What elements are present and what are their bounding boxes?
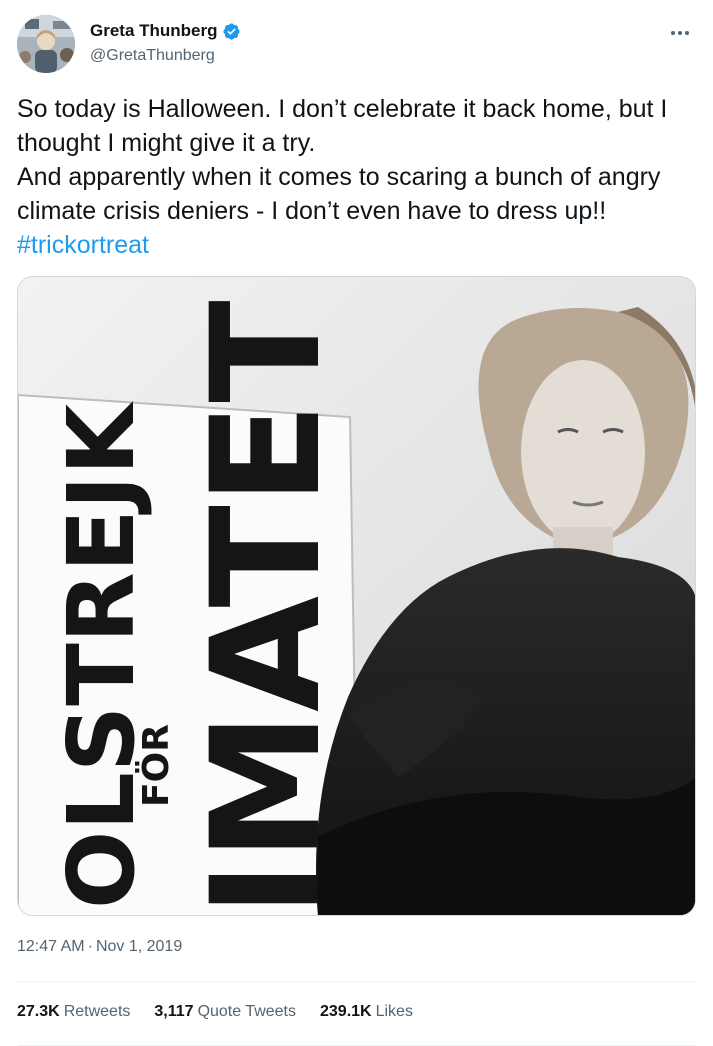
tweet-timestamp[interactable]: 12:47 AM · Nov 1, 2019 bbox=[17, 936, 182, 958]
timestamp-separator: · bbox=[87, 938, 93, 955]
tweet-header: Greta Thunberg @GretaThunberg bbox=[0, 0, 713, 92]
divider bbox=[17, 981, 696, 982]
sign-text-mid: FÖR bbox=[135, 724, 177, 807]
author-name[interactable]: Greta Thunberg bbox=[90, 20, 218, 42]
tweet-text: So today is Halloween. I don’t celebrate… bbox=[17, 92, 702, 262]
avatar[interactable] bbox=[17, 15, 75, 73]
retweets-stat[interactable]: 27.3K Retweets bbox=[17, 1003, 130, 1021]
tweet-text-line-1: So today is Halloween. I don’t celebrate… bbox=[17, 95, 668, 157]
tweet-text-line-2: And apparently when it comes to scaring … bbox=[17, 160, 702, 262]
retweets-count: 27.3K bbox=[17, 1003, 60, 1020]
likes-count: 239.1K bbox=[320, 1003, 372, 1020]
quote-tweets-label: Quote Tweets bbox=[197, 1003, 296, 1020]
hashtag-link[interactable]: #trickortreat bbox=[17, 231, 149, 259]
quote-tweets-stat[interactable]: 3,117 Quote Tweets bbox=[154, 1003, 296, 1021]
sign-text-top: OLSTREJK bbox=[48, 400, 155, 909]
author-handle[interactable]: @GretaThunberg bbox=[90, 46, 215, 66]
more-options-icon[interactable] bbox=[665, 18, 695, 48]
tweet-photo[interactable]: OLSTREJK FÖR IMATET bbox=[17, 276, 696, 916]
retweets-label: Retweets bbox=[63, 1003, 131, 1020]
likes-label: Likes bbox=[375, 1003, 413, 1020]
tweet-text-line-2-body: And apparently when it comes to scaring … bbox=[17, 163, 661, 225]
quote-tweets-count: 3,117 bbox=[154, 1003, 194, 1020]
verified-badge-icon bbox=[222, 22, 241, 41]
tweet-date: Nov 1, 2019 bbox=[95, 938, 183, 955]
tweet-time: 12:47 AM bbox=[17, 938, 85, 955]
likes-stat[interactable]: 239.1K Likes bbox=[320, 1003, 413, 1021]
tweet-stats: 27.3K Retweets 3,117 Quote Tweets 239.1K Li… bbox=[17, 1000, 437, 1024]
